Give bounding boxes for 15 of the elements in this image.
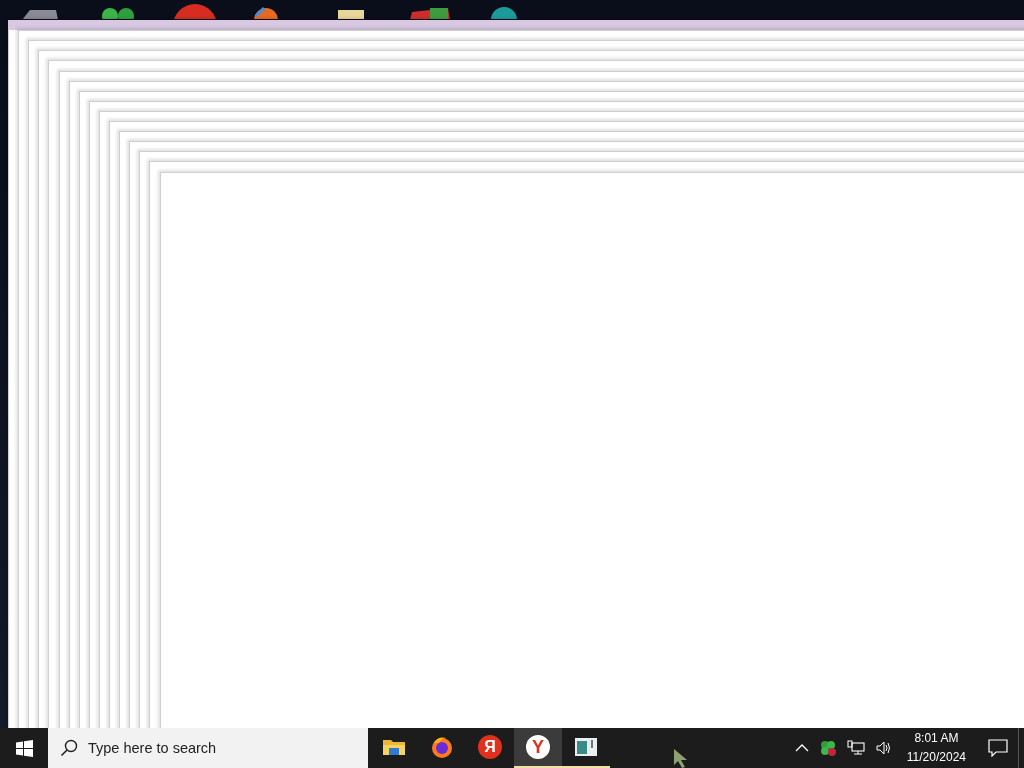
mouse-pointer-icon bbox=[673, 748, 689, 768]
windows-logo-icon bbox=[15, 739, 33, 757]
clock-time: 8:01 AM bbox=[914, 730, 959, 747]
clock-date: 11/20/2024 bbox=[906, 749, 966, 766]
network-icon[interactable] bbox=[844, 738, 867, 758]
firefox-icon bbox=[430, 735, 454, 759]
yandex-logo-icon: Я bbox=[478, 735, 502, 759]
browser-logo-icon: Y bbox=[526, 735, 550, 759]
app-window-icon bbox=[574, 737, 598, 757]
folder-icon bbox=[382, 737, 406, 757]
taskbar-app-button[interactable]: Y bbox=[514, 728, 562, 768]
clock[interactable]: 8:01 AM 11/20/2024 bbox=[900, 729, 972, 767]
search-field[interactable]: Type here to search bbox=[48, 728, 368, 768]
search-icon bbox=[60, 739, 78, 757]
taskbar-app-button[interactable]: Я bbox=[466, 728, 514, 768]
